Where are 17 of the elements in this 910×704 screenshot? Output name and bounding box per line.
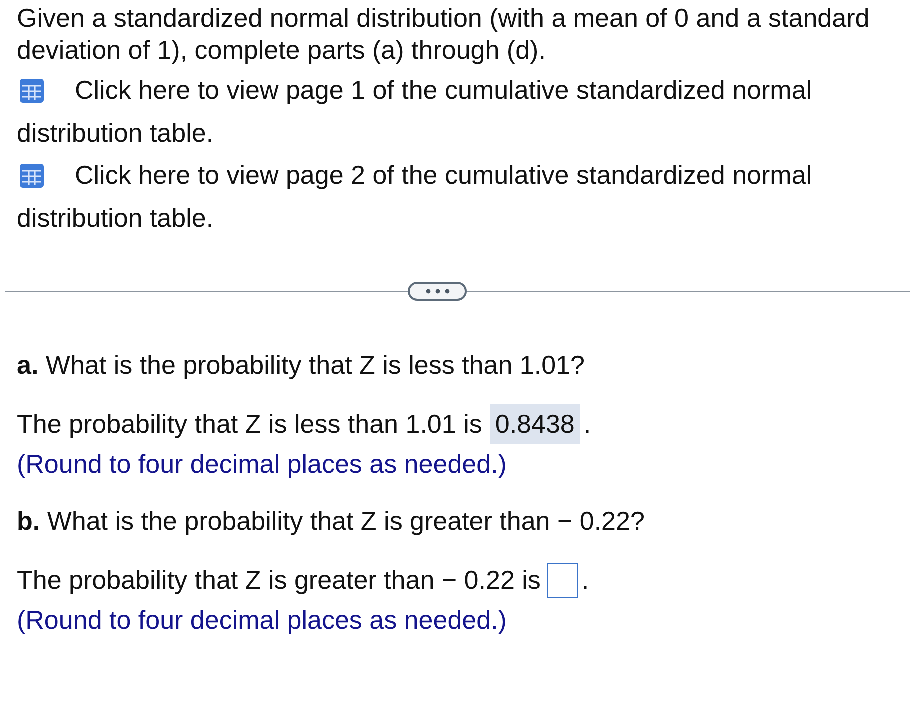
period-text: . xyxy=(582,564,590,596)
answer-value[interactable]: 0.8438 xyxy=(490,404,580,444)
expand-button[interactable] xyxy=(408,282,467,301)
question-text: a. What is the probability that Z is less than 1.01? xyxy=(17,349,586,381)
grid-icon[interactable] xyxy=(20,79,44,103)
table-link[interactable]: Click here to view page 2 of the cumulative standardized normal distribution table. xyxy=(17,154,901,239)
hint-text: (Round to four decimal places as needed.) xyxy=(17,604,508,636)
answer-box[interactable] xyxy=(546,562,578,598)
answer-sentence: The probability that Z is greater than − 0.22 is xyxy=(17,564,541,596)
period-text: . xyxy=(584,408,592,440)
grid-icon[interactable] xyxy=(20,164,44,188)
intro-text: Given a standardized normal distribution (with a mean of 0 and a standard deviation of 1), complete parts (a) through (d). xyxy=(17,2,871,66)
table-link[interactable]: Click here to view page 1 of the cumulative standardized normal distribution table. xyxy=(17,69,901,154)
answer-sentence: The probability that Z is less than 1.01 is xyxy=(17,408,482,440)
question-text: b. What is the probability that Z is greater than − 0.22? xyxy=(17,505,646,537)
hint-text: (Round to four decimal places as needed.) xyxy=(17,448,508,480)
ellipsis-icon xyxy=(426,289,450,294)
